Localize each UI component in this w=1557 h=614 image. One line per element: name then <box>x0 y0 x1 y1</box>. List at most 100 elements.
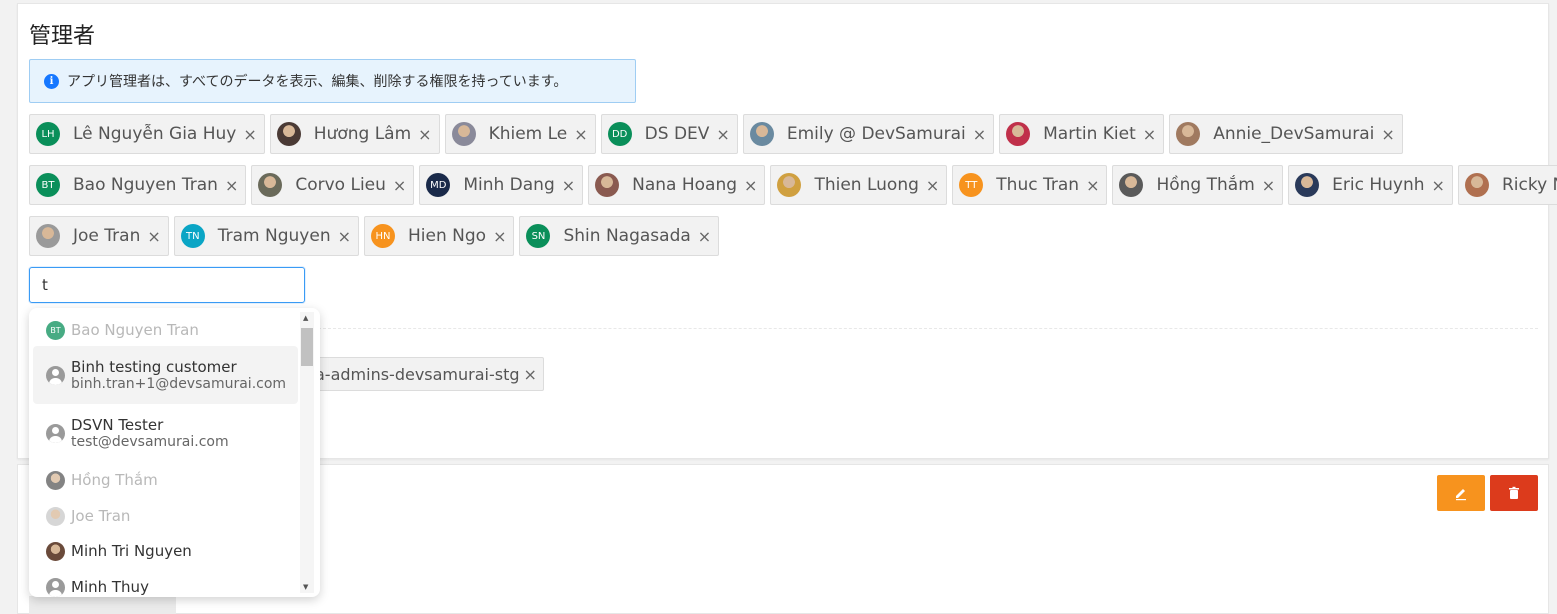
option-text: Hồng Thắm <box>71 471 158 489</box>
scroll-thumb[interactable] <box>301 328 313 366</box>
admin-search-input[interactable]: t <box>29 267 305 303</box>
close-icon[interactable]: × <box>147 227 160 246</box>
avatar: BT <box>46 320 65 340</box>
admin-tag: Joe Tran × <box>29 216 169 256</box>
option-text: Joe Tran <box>71 507 130 525</box>
avatar <box>46 470 65 490</box>
close-icon[interactable]: × <box>1262 176 1275 195</box>
dropdown-scrollbar[interactable]: ▲ ▼ <box>300 312 314 593</box>
close-icon[interactable]: × <box>243 125 256 144</box>
admin-tag: TT Thuc Tran × <box>952 165 1108 205</box>
admin-tag: Corvo Lieu × <box>251 165 415 205</box>
close-icon[interactable]: × <box>524 365 537 384</box>
option-name: Minh Thuy <box>71 578 149 596</box>
avatar <box>258 173 283 197</box>
dropdown-option: Joe Tran <box>33 502 298 530</box>
edit-button[interactable] <box>1437 475 1485 511</box>
dropdown-option: BT Bao Nguyen Tran <box>33 316 298 344</box>
close-icon[interactable]: × <box>1143 125 1156 144</box>
avatar: BT <box>36 173 60 197</box>
close-icon[interactable]: × <box>574 125 587 144</box>
close-icon[interactable]: × <box>493 227 506 246</box>
user-dropdown: BT Bao Nguyen Tran Binh testing customer bi… <box>29 308 320 597</box>
option-text: DSVN Tester test@devsamurai.com <box>71 416 229 450</box>
option-text: Minh Thuy <box>71 578 149 596</box>
avatar <box>1006 122 1031 146</box>
tag-label: Hồng Thắm <box>1156 175 1255 195</box>
avatar: HN <box>371 224 396 248</box>
tag-label: Nana Hoang <box>632 175 738 195</box>
admin-tag: Eric Huynh × <box>1288 165 1453 205</box>
dropdown-option[interactable]: DSVN Tester test@devsamurai.com <box>33 404 298 462</box>
option-name: Bao Nguyen Tran <box>71 321 199 339</box>
admin-tag: Annie_DevSamurai × <box>1169 114 1403 154</box>
tag-label: Eric Huynh <box>1332 175 1425 195</box>
close-icon[interactable]: × <box>698 227 711 246</box>
admin-tag: BT Bao Nguyen Tran × <box>29 165 247 205</box>
close-icon[interactable]: × <box>744 176 757 195</box>
option-name: Joe Tran <box>71 507 131 525</box>
admin-tag: LH Lê Nguyễn Gia Huy × <box>29 114 265 154</box>
tag-label: Annie_DevSamurai <box>1213 124 1375 144</box>
avatar <box>451 122 476 146</box>
tag-label: Martin Kiet <box>1043 124 1136 144</box>
dropdown-option[interactable]: Minh Tri Nguyen <box>33 537 298 565</box>
scroll-down-icon[interactable]: ▼ <box>303 583 308 591</box>
close-icon[interactable]: × <box>926 176 939 195</box>
dropdown-option: Hồng Thắm <box>33 466 298 494</box>
admin-tag: Hương Lâm × <box>269 114 440 154</box>
avatar <box>749 122 774 146</box>
user-icon <box>46 577 65 597</box>
tag-label: Shin Nagasada <box>563 226 691 246</box>
admin-tag: MD Minh Dang × <box>419 165 584 205</box>
close-icon[interactable]: × <box>1432 176 1445 195</box>
close-icon[interactable]: × <box>225 176 238 195</box>
close-icon[interactable]: × <box>1086 176 1099 195</box>
admin-tag: Thien Luong × <box>770 165 948 205</box>
scroll-up-icon[interactable]: ▲ <box>303 314 308 322</box>
tag-label: Hien Ngo <box>408 226 487 246</box>
tag-label: Corvo Lieu <box>295 175 386 195</box>
avatar: SN <box>526 224 551 248</box>
admin-tags-row-2: BT Bao Nguyen Tran × Corvo Lieu × MD Minh Dang… <box>29 165 1557 205</box>
group-tag: a-admins-devsamurai-stg × <box>294 357 544 391</box>
option-email: binh.tran+1@devsamurai.com <box>71 376 287 392</box>
tag-label: Minh Dang <box>463 175 555 195</box>
user-icon <box>46 365 65 385</box>
tag-label: Hương Lâm <box>313 124 412 144</box>
avatar <box>1176 122 1201 146</box>
section-title: 管理者 <box>29 24 96 49</box>
admin-tag: DD DS DEV × <box>600 114 738 154</box>
close-icon[interactable]: × <box>562 176 575 195</box>
info-alert: i アプリ管理者は、すべてのデータを表示、編集、削除する権限を持っています。 <box>29 59 636 103</box>
avatar <box>595 173 620 197</box>
option-name: Minh Tri Nguyen <box>71 542 192 560</box>
tag-label: Emily @ DevSamurai <box>786 124 966 144</box>
option-text: Binh testing customer binh.tran+1@devsamu… <box>71 358 286 392</box>
avatar <box>1464 173 1489 197</box>
dropdown-option[interactable]: Binh testing customer binh.tran+1@devsamu… <box>33 346 298 404</box>
tag-label: Tram Nguyen <box>217 226 331 246</box>
close-icon[interactable]: × <box>716 125 729 144</box>
avatar: MD <box>426 173 451 197</box>
option-text: Bao Nguyen Tran <box>71 321 199 339</box>
dropdown-option[interactable]: Minh Thuy <box>33 573 298 597</box>
close-icon[interactable]: × <box>338 227 351 246</box>
option-name: DSVN Tester <box>71 416 164 434</box>
avatar: LH <box>36 122 60 146</box>
close-icon[interactable]: × <box>393 176 406 195</box>
admin-tag: SN Shin Nagasada × <box>519 216 720 256</box>
admin-tag: Nana Hoang × <box>588 165 766 205</box>
delete-button[interactable] <box>1490 475 1538 511</box>
option-name: Hồng Thắm <box>71 471 158 489</box>
admin-tags-row-3: Joe Tran × TN Tram Nguyen × HN Hien Ngo × SN Shin… <box>29 216 724 256</box>
admin-tag: Hồng Thắm × <box>1112 165 1284 205</box>
close-icon[interactable]: × <box>973 125 986 144</box>
avatar <box>46 541 65 561</box>
tag-label: Thien Luong <box>814 175 919 195</box>
close-icon[interactable]: × <box>1381 125 1394 144</box>
tag-label: Bao Nguyen Tran <box>73 175 218 195</box>
close-icon[interactable]: × <box>418 125 431 144</box>
pencil-icon <box>1456 489 1466 501</box>
tag-label: DS DEV <box>644 124 710 144</box>
